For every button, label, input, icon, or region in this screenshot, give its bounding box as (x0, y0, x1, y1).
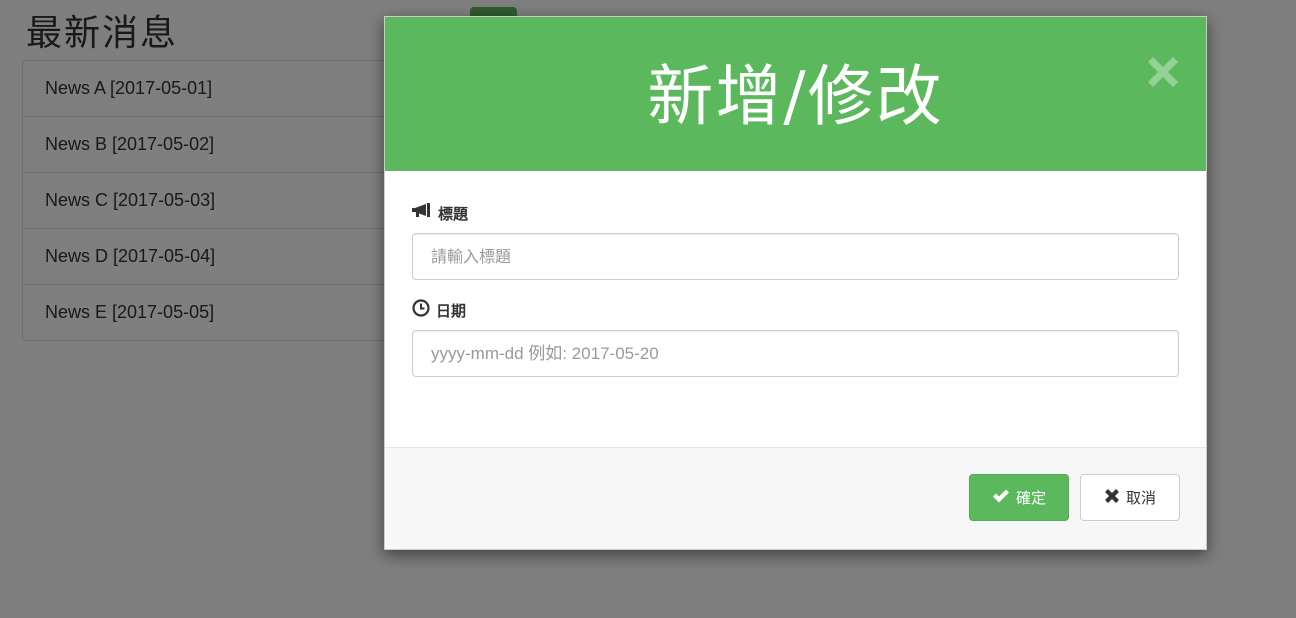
close-icon[interactable] (1142, 51, 1184, 93)
page: 最新消息 News A [2017-05-01] News B [2017-05… (0, 0, 1296, 618)
date-label-text: 日期 (436, 301, 467, 320)
title-form-group: 標題 (412, 201, 1179, 280)
edit-dialog: 新增/修改 標題 請輸入標題 日期 yyyy-mm-dd 例如: 2017-05… (384, 16, 1207, 550)
date-form-group: 日期 (412, 298, 1179, 377)
title-input[interactable] (412, 233, 1179, 280)
date-label: 日期 (412, 298, 1179, 322)
title-label: 標題 (412, 201, 1179, 225)
cancel-label: 取消 (1125, 489, 1156, 507)
dialog-body: 標題 日期 (385, 171, 1206, 420)
clock-icon (412, 299, 436, 321)
check-icon (992, 488, 1016, 508)
cancel-button[interactable]: 取消 (1080, 474, 1180, 521)
date-input[interactable] (412, 330, 1179, 377)
confirm-label: 確定 (1015, 489, 1046, 507)
dialog-title: 新增/修改 (647, 58, 944, 135)
bullhorn-icon (412, 203, 438, 223)
close-icon (1104, 488, 1126, 508)
title-label-text: 標題 (438, 204, 469, 223)
dialog-footer: 確定 取消 (385, 447, 1206, 549)
dialog-header: 新增/修改 (385, 17, 1206, 171)
confirm-button[interactable]: 確定 (969, 474, 1069, 521)
